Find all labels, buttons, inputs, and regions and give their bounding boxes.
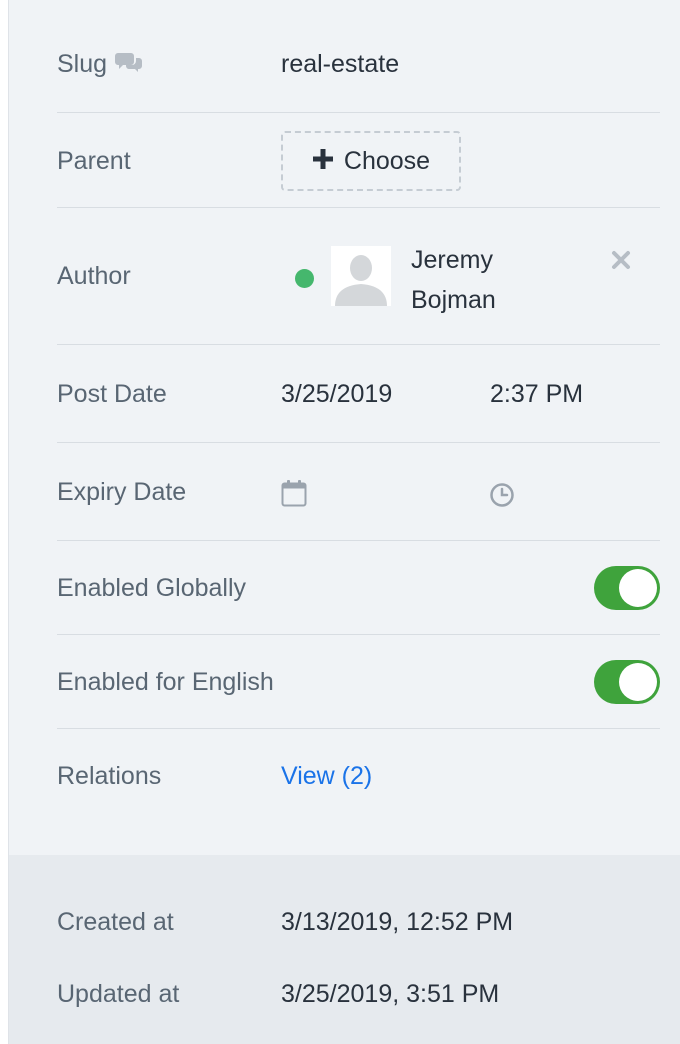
post-date-label: Post Date <box>57 380 167 408</box>
calendar-icon <box>281 480 307 513</box>
fields-list: Slug real-estate Parent Choose Author Je… <box>57 0 660 829</box>
author-last-name: Bojman <box>411 286 496 314</box>
toggle-knob <box>619 569 657 607</box>
parent-label: Parent <box>57 147 131 175</box>
created-at-value: 3/13/2019, 12:52 PM <box>281 908 514 936</box>
entry-details-panel: Slug real-estate Parent Choose Author Je… <box>8 0 680 1044</box>
expiry-date-label: Expiry Date <box>57 478 187 506</box>
author-label: Author <box>57 262 131 290</box>
expiry-date-input[interactable] <box>281 479 307 514</box>
relations-label: Relations <box>57 762 162 790</box>
enabled-globally-row: Enabled Globally <box>57 541 660 635</box>
author-status-dot <box>295 269 314 288</box>
enabled-english-label: Enabled for English <box>57 668 274 696</box>
choose-parent-button[interactable]: Choose <box>281 131 461 191</box>
relations-row: Relations View (2) <box>57 729 660 829</box>
post-date-value[interactable]: 3/25/2019 <box>281 379 392 409</box>
enabled-globally-label: Enabled Globally <box>57 574 247 602</box>
expiry-date-row: Expiry Date <box>57 443 660 541</box>
post-time-value[interactable]: 2:37 PM <box>490 379 583 409</box>
author-row: Author Jeremy Bojman <box>57 208 660 345</box>
clock-icon <box>489 483 515 514</box>
enabled-english-row: Enabled for English <box>57 635 660 729</box>
slug-value[interactable]: real-estate <box>281 49 399 79</box>
choose-label: Choose <box>343 146 431 175</box>
parent-row: Parent Choose <box>57 113 660 208</box>
author-name[interactable]: Jeremy Bojman <box>411 240 541 320</box>
updated-at-value: 3/25/2019, 3:51 PM <box>281 980 500 1008</box>
slug-row: Slug real-estate <box>57 0 660 113</box>
slug-label: Slug <box>57 49 143 80</box>
post-date-row: Post Date 3/25/2019 2:37 PM <box>57 345 660 443</box>
author-first-name: Jeremy <box>411 246 493 274</box>
view-relations-link[interactable]: View (2) <box>281 761 372 791</box>
meta-section: Created at 3/13/2019, 12:52 PM Updated a… <box>9 855 680 1044</box>
chat-bubbles-icon <box>115 50 143 80</box>
user-placeholder-icon <box>331 246 391 306</box>
expiry-time-input[interactable] <box>489 482 515 515</box>
created-at-label: Created at <box>57 908 174 936</box>
created-at-row: Created at 3/13/2019, 12:52 PM <box>57 902 660 942</box>
close-x-icon[interactable] <box>610 249 632 271</box>
toggle-knob <box>619 663 657 701</box>
updated-at-row: Updated at 3/25/2019, 3:51 PM <box>57 974 660 1014</box>
enabled-globally-toggle[interactable] <box>594 566 660 610</box>
plus-icon <box>312 146 334 176</box>
updated-at-label: Updated at <box>57 980 180 1008</box>
enabled-english-toggle[interactable] <box>594 660 660 704</box>
